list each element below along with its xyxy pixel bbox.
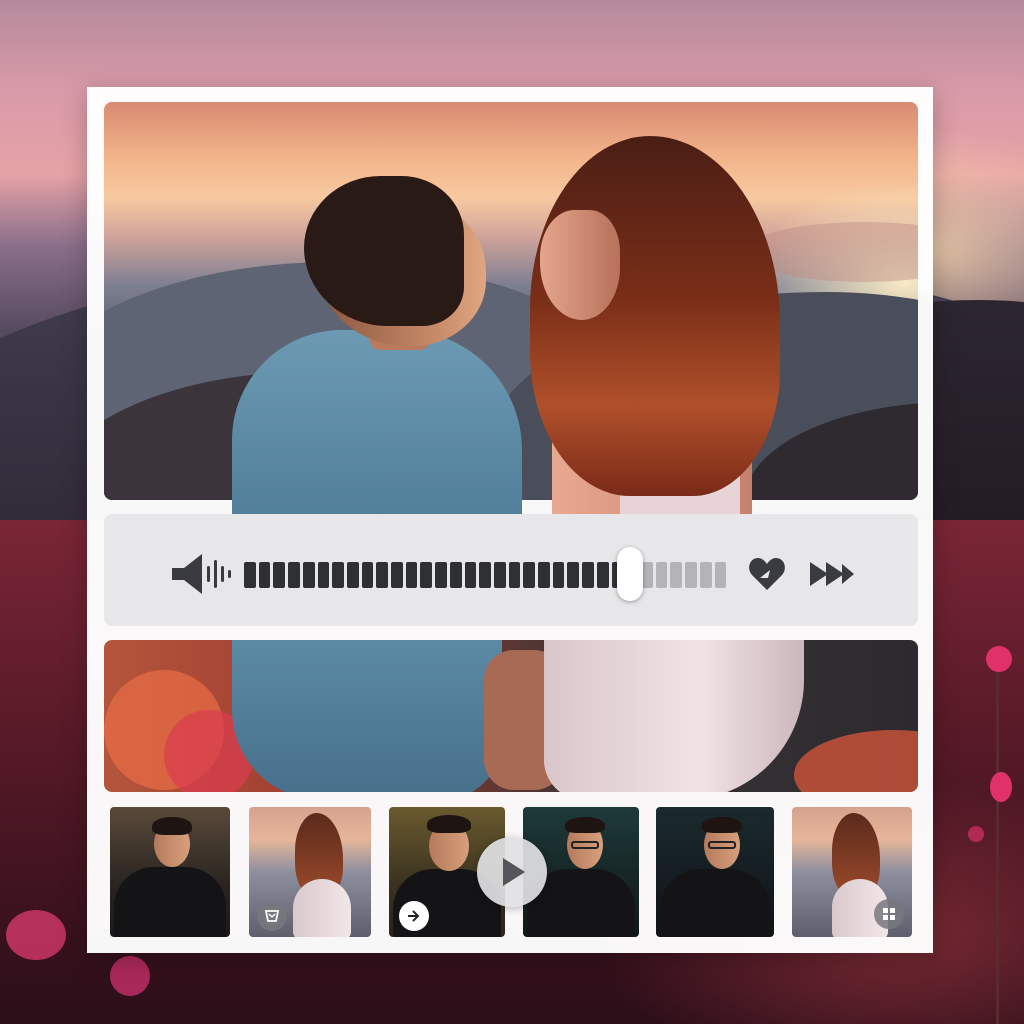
progress-segment: [508, 562, 521, 588]
progress-segment: [405, 562, 418, 588]
share-arrow-icon[interactable]: [399, 901, 429, 931]
progress-segment: [538, 562, 550, 588]
progress-segment: [317, 562, 330, 588]
progress-segment: [479, 562, 491, 588]
progress-segment: [420, 562, 433, 588]
progress-segment: [435, 562, 447, 588]
progress-segment: [670, 562, 683, 588]
progress-segment: [391, 562, 403, 588]
progress-segment: [567, 562, 580, 588]
speaker-volume-icon[interactable]: [170, 550, 232, 598]
progress-segment: [449, 562, 462, 588]
thumbnail-2[interactable]: [249, 807, 371, 937]
progress-segment: [464, 562, 477, 588]
progress-segment: [714, 562, 727, 588]
progress-segment: [376, 562, 389, 588]
progress-segment: [596, 562, 609, 588]
progress-segment: [699, 562, 712, 588]
gallery-icon[interactable]: [257, 901, 287, 931]
playback-progress-track[interactable]: [244, 562, 727, 588]
thumbnail-1[interactable]: [110, 807, 230, 937]
thumbnail-5[interactable]: [656, 807, 774, 937]
heart-icon: [749, 558, 785, 590]
progress-segment: [685, 562, 697, 588]
progress-segment: [332, 562, 344, 588]
progress-segment: [655, 562, 668, 588]
progress-segment: [640, 562, 653, 588]
secondary-image[interactable]: [104, 640, 918, 792]
progress-segment: [258, 562, 271, 588]
progress-segment: [552, 562, 565, 588]
play-icon: [503, 858, 525, 886]
progress-segment: [523, 562, 536, 588]
progress-segment: [346, 562, 359, 588]
progress-slider-thumb[interactable]: [616, 547, 643, 601]
progress-segment: [288, 562, 300, 588]
progress-segment: [582, 562, 594, 588]
fast-forward-icon: [810, 562, 854, 586]
fast-forward-button[interactable]: [808, 560, 856, 588]
play-button[interactable]: [477, 837, 547, 907]
progress-segment: [302, 562, 315, 588]
progress-segment: [361, 562, 374, 588]
thumbnail-6[interactable]: [792, 807, 912, 937]
grid-icon[interactable]: [874, 899, 904, 929]
favorite-button[interactable]: [748, 556, 786, 592]
progress-segment: [244, 562, 256, 588]
progress-segment: [273, 562, 286, 588]
progress-segment: [493, 562, 506, 588]
